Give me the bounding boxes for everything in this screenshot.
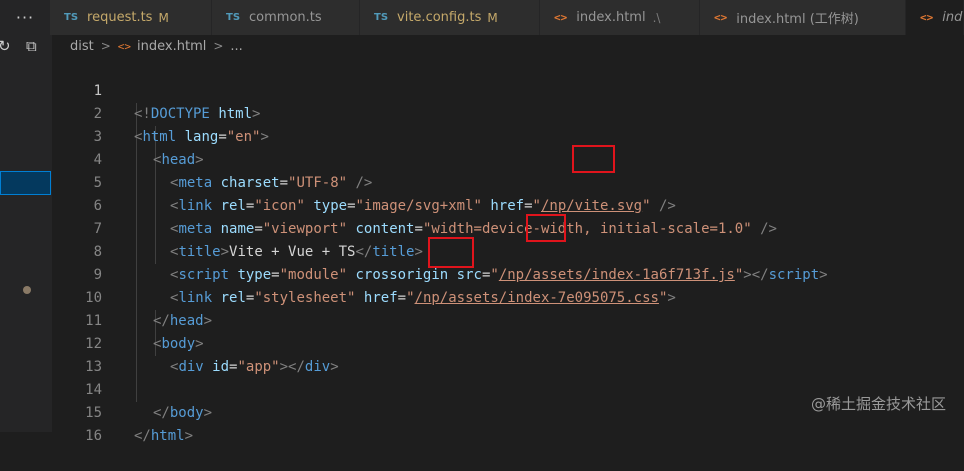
code-line: 14 </body>	[52, 356, 964, 421]
breadcrumb-file[interactable]: index.html	[137, 39, 206, 54]
np-prefix-highlight	[572, 145, 615, 173]
html-file-icon: <>	[554, 11, 568, 24]
breadcrumb-folder[interactable]: dist	[70, 39, 94, 54]
code-line: 6 <meta name="viewport" content="width=d…	[52, 172, 964, 237]
code-text: </html>	[134, 428, 194, 444]
code-line: 2 <html lang="en">	[52, 80, 964, 145]
editor-tab-bar: ··· TS request.ts M TS common.ts TS vite…	[0, 0, 964, 35]
np-prefix-highlight	[526, 214, 566, 242]
tab-index-html[interactable]: <> index.html .\	[540, 0, 700, 35]
more-actions-icon[interactable]: ···	[0, 0, 50, 35]
tab-label: ind	[942, 10, 963, 25]
line-number: 16	[85, 428, 102, 444]
breadcrumb: dist > <> index.html > ...	[52, 35, 964, 57]
np-prefix-highlight	[428, 237, 474, 268]
code-line: 13	[52, 333, 964, 375]
collapse-all-icon[interactable]: ⧉	[26, 39, 37, 54]
code-line: 1 <!DOCTYPE html>	[52, 57, 964, 122]
tab-label: common.ts	[249, 10, 322, 25]
code-line: 5 <link rel="icon" type="image/svg+xml" …	[52, 149, 964, 214]
html-file-icon: <>	[920, 11, 934, 24]
tab-common-ts[interactable]: TS common.ts	[212, 0, 360, 35]
tab-label: index.html	[576, 10, 646, 25]
chevron-right-icon: >	[213, 39, 224, 53]
html-file-icon: <>	[117, 39, 132, 53]
code-line: 3 <head>	[52, 103, 964, 168]
tab-request-ts[interactable]: TS request.ts M	[50, 0, 212, 35]
code-line: 11 <body>	[52, 287, 964, 352]
selected-explorer-item[interactable]	[0, 171, 51, 195]
tab-index-html-active[interactable]: <> ind	[906, 0, 964, 35]
tab-label: request.ts	[87, 10, 153, 25]
typescript-file-icon: TS	[64, 12, 79, 23]
tab-index-html-worktree[interactable]: <> index.html (工作树)	[700, 0, 906, 35]
breadcrumb-more[interactable]: ...	[230, 39, 242, 54]
code-line: 10 </head>	[52, 264, 964, 329]
tab-vite-config-ts[interactable]: TS vite.config.ts M	[360, 0, 540, 35]
tab-label: index.html (工作树)	[736, 12, 859, 27]
code-line: 4 <meta charset="UTF-8" />	[52, 126, 964, 191]
typescript-file-icon: TS	[374, 12, 389, 23]
html-file-icon: <>	[714, 11, 728, 24]
code-line: 12 <div id="app"></div>	[52, 310, 964, 375]
tab-label: vite.config.ts	[397, 10, 482, 25]
code-line: 9 <link rel="stylesheet" href="/np/asset…	[52, 241, 964, 306]
chevron-right-icon: >	[100, 39, 111, 53]
explorer-sidebar: ↻ ⧉	[0, 35, 52, 432]
modified-indicator: M	[487, 10, 498, 25]
typescript-file-icon: TS	[226, 12, 241, 23]
watermark: @稀土掘金技术社区	[810, 395, 946, 413]
code-editor[interactable]: 1 <!DOCTYPE html> 2 <html lang="en"> 3 <…	[52, 57, 964, 444]
code-line: 7 <title>Vite + Vue + TS</title>	[52, 195, 964, 260]
refresh-icon[interactable]: ↻	[0, 39, 11, 54]
code-line: 8 <script type="module" crossorigin src=…	[52, 218, 964, 283]
modified-indicator: M	[158, 10, 169, 25]
modified-dot-icon	[23, 286, 31, 294]
tab-path: .\	[652, 10, 661, 25]
